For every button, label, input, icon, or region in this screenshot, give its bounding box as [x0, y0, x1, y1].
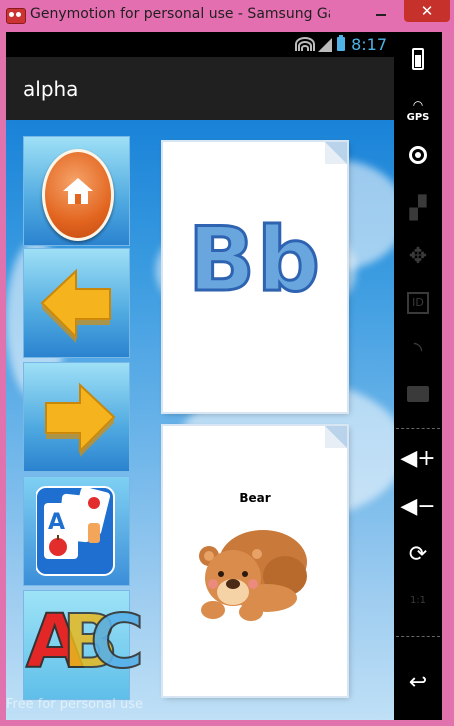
back-icon: ↩ — [408, 670, 428, 695]
status-bar: 8:17 — [6, 32, 394, 57]
sms-icon — [407, 386, 429, 402]
picture-card[interactable]: Bear — [163, 426, 347, 696]
card-word: Bear — [239, 491, 271, 505]
app-content: A A B C Bb Bear — [6, 120, 394, 720]
id-icon: ID — [407, 292, 429, 314]
card-letters: Bb — [186, 207, 323, 313]
sms-button[interactable] — [394, 386, 442, 402]
battery-icon — [337, 35, 345, 51]
capture-button[interactable]: ▞ — [394, 196, 442, 221]
bear-image — [199, 530, 307, 621]
page-fold — [325, 142, 347, 164]
previous-button[interactable] — [23, 248, 130, 358]
signal-icon — [318, 38, 332, 52]
home-icon — [42, 149, 114, 241]
arrow-left-icon — [40, 268, 111, 343]
pixel-perfect-icon: 1:1 — [409, 595, 427, 606]
battery-icon — [412, 48, 424, 70]
cards-button[interactable]: A — [23, 476, 130, 586]
webcam-button[interactable] — [394, 146, 442, 164]
home-button[interactable] — [23, 136, 130, 246]
dpad-button[interactable]: ✥ — [394, 244, 442, 269]
rotate-button[interactable]: ⟳ — [394, 542, 442, 567]
battery-widget-button[interactable] — [394, 48, 442, 70]
volume-up-button[interactable]: ◀+ — [394, 446, 442, 471]
flashcards-icon: A — [36, 486, 115, 576]
gps-icon: ◠ — [413, 98, 423, 112]
wifi-icon — [295, 37, 315, 51]
dpad-icon: ✥ — [408, 244, 428, 269]
page-fold — [325, 426, 347, 448]
svg-text:A: A — [48, 510, 65, 535]
title-bar[interactable]: Genymotion for personal use - Samsung Ga… — [0, 0, 454, 32]
action-bar: alpha — [6, 57, 394, 120]
webcam-icon — [409, 146, 427, 164]
volume-down-button[interactable]: ◀− — [394, 494, 442, 519]
emulator-toolbar: ◠ GPS ▞ ✥ ID ◝ ◀+ ◀− ⟳ 1:1 ↩ — [394, 32, 442, 720]
rotate-icon: ⟳ — [408, 542, 428, 567]
emulator-window: Genymotion for personal use - Samsung Ga… — [0, 0, 454, 726]
close-icon: ✕ — [420, 2, 434, 20]
volume-down-icon: ◀− — [400, 494, 436, 519]
window-title: Genymotion for personal use - Samsung Ga… — [30, 6, 330, 22]
pixel-perfect-button[interactable]: 1:1 — [394, 590, 442, 612]
app-title: alpha — [23, 77, 79, 101]
abc-button[interactable]: A B C — [23, 590, 145, 700]
device-screen: 8:17 alpha A A B C Bb Bear — [6, 32, 394, 720]
close-button[interactable]: ✕ — [404, 0, 450, 22]
watermark: Free for personal use — [6, 697, 144, 712]
back-button[interactable]: ↩ — [394, 670, 442, 695]
next-button[interactable] — [23, 362, 130, 472]
letter-card[interactable]: Bb — [163, 142, 347, 412]
rss-icon: ◝ — [413, 338, 423, 363]
network-button[interactable]: ◝ — [394, 338, 442, 363]
arrow-right-icon — [45, 382, 116, 457]
video-clapper-icon: ▞ — [409, 196, 427, 221]
genymotion-icon — [6, 8, 26, 24]
status-time: 8:17 — [351, 35, 387, 54]
device-id-button[interactable]: ID — [394, 292, 442, 314]
abc-icon: A B C — [25, 598, 145, 686]
gps-button[interactable]: ◠ GPS — [394, 98, 442, 123]
minimize-button[interactable] — [366, 0, 396, 22]
volume-up-icon: ◀+ — [400, 446, 436, 471]
